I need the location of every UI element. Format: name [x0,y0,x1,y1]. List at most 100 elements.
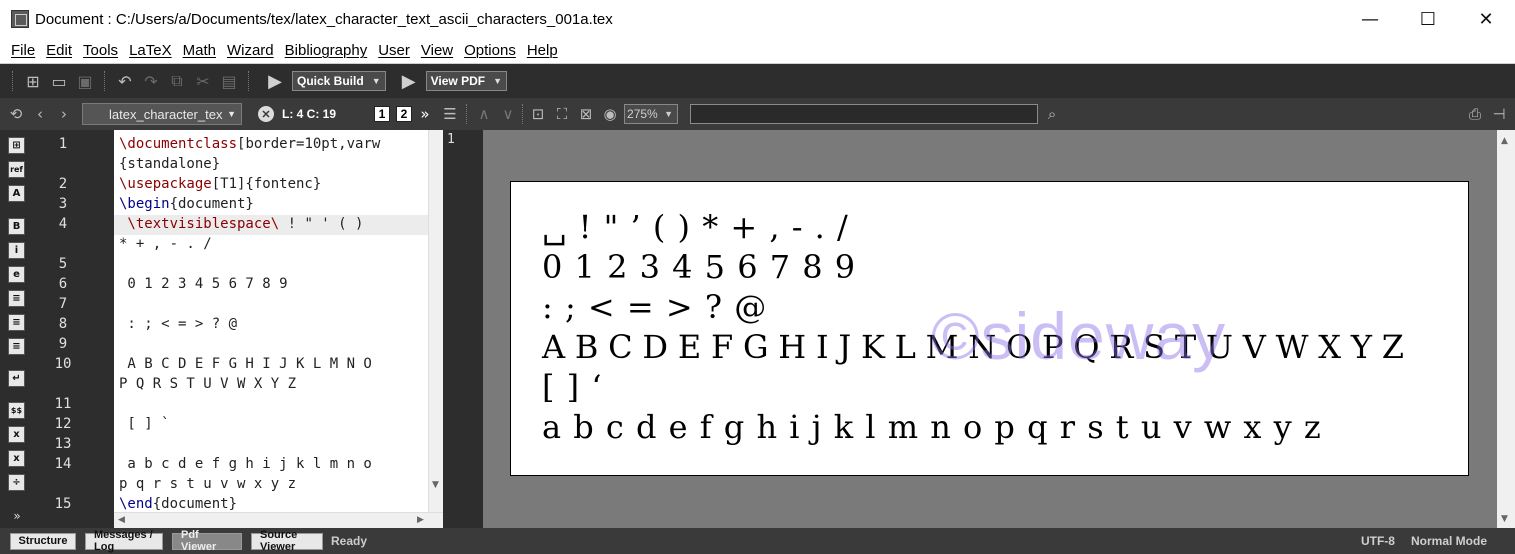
window-controls: — ☐ ✕ [1341,0,1515,38]
menu-math[interactable]: Math [179,42,223,59]
build-dropdown[interactable]: Quick Build ▼ [292,71,386,91]
line-number: 3 [58,196,68,212]
code-text: [border=10pt,varw [237,136,381,152]
code-line: \textvisiblespace\ ! " ' ( ) [119,216,363,232]
more-icon[interactable]: » [418,102,432,126]
ref-icon[interactable]: ref [8,161,25,178]
code-text: : ; < = > ? @ [119,316,238,332]
line-number-gutter: 1 2 3 4 5 6 7 8 9 10 11 12 13 14 15 [33,130,114,528]
undo-icon[interactable]: ↶ [112,68,138,94]
font-size-icon[interactable]: A [8,185,25,202]
save-icon[interactable]: ▣ [72,68,98,94]
pdf-text-line: 0 1 2 3 4 5 6 7 8 9 [542,248,857,286]
math-mode-icon[interactable]: $$ [8,402,25,419]
menu-bibliography[interactable]: Bibliography [281,42,375,59]
view-label: View PDF [430,74,486,88]
open-file-dropdown[interactable]: latex_character_tex ▼ [82,103,242,125]
scroll-right-icon[interactable]: ▶ [417,515,424,525]
search-icon[interactable]: ⌕ [1040,102,1064,126]
pdf-search-input[interactable] [690,104,1039,124]
tab-source-viewer[interactable]: Source Viewer [251,529,323,553]
code-line: p q r s t u v w x y z [119,476,296,492]
align-center-icon[interactable]: ≡ [8,314,25,331]
superscript-icon[interactable]: x [8,450,25,467]
tab-pdf-viewer[interactable]: Pdf Viewer [172,529,242,553]
close-file-icon[interactable]: ✕ [258,106,274,122]
line-number: 11 [54,396,72,412]
code-line: 0 1 2 3 4 5 6 7 8 9 [119,276,287,292]
fit-width-icon[interactable]: ⛶ [550,102,574,126]
align-left-icon[interactable]: ≡ [8,290,25,307]
editor-horizontal-scrollbar[interactable]: ◀ ▶ [114,512,443,528]
page-layout-1-button[interactable]: 1 [374,106,391,122]
menu-tools[interactable]: Tools [79,42,125,59]
new-file-icon[interactable]: ⊞ [20,68,46,94]
italic-icon[interactable]: i [8,242,25,259]
subscript-icon[interactable]: x [8,426,25,443]
menu-file[interactable]: File [0,42,42,59]
encoding-indicator[interactable]: UTF-8 [1361,534,1395,548]
pdf-page-gutter: 1 [443,130,483,528]
redo-icon[interactable]: ↷ [138,68,164,94]
menu-help[interactable]: Help [523,42,565,59]
zoom-selection-icon[interactable]: ⊠ [574,102,598,126]
newline-icon[interactable]: ↵ [8,370,25,387]
fit-page-icon[interactable]: ⊡ [526,102,550,126]
menu-edit[interactable]: Edit [42,42,79,59]
menu-wizard[interactable]: Wizard [223,42,281,59]
bold-icon[interactable]: B [8,218,25,235]
fraction-icon[interactable]: ÷ [8,474,25,491]
list-icon[interactable]: ☰ [438,102,462,126]
sync-icon[interactable]: ⟲ [4,102,28,126]
print-icon[interactable]: ⎙ [1463,102,1487,126]
scroll-down-icon[interactable]: ▼ [432,480,439,490]
mode-indicator[interactable]: Normal Mode [1411,534,1487,548]
code-line: : ; < = > ? @ [119,316,237,332]
menu-options[interactable]: Options [460,42,523,59]
menu-user[interactable]: User [374,42,417,59]
menu-view[interactable]: View [417,42,460,59]
menu-bar: File Edit Tools LaTeX Math Wizard Biblio… [0,38,1515,64]
cut-icon[interactable]: ✂ [190,68,216,94]
code-line: a b c d e f g h i j k l m n o [119,456,371,472]
navigation-bar: ⟲ ‹ › latex_character_tex ▼ ✕ L: 4 C: 19… [0,98,1515,130]
view-run-icon[interactable]: ▶ [396,68,422,94]
back-arrow-icon[interactable]: ‹ [28,102,52,126]
menu-latex[interactable]: LaTeX [125,42,179,59]
source-editor[interactable]: \documentclass[border=10pt,varw {standal… [114,130,428,512]
copy-icon[interactable]: ⧉ [164,68,190,94]
status-text: Ready [331,534,368,548]
minimize-button[interactable]: — [1341,0,1399,38]
build-run-icon[interactable]: ▶ [262,68,288,94]
editor-vertical-scrollbar[interactable]: ▼ [428,130,443,512]
tab-structure[interactable]: Structure [10,532,76,550]
forward-arrow-icon[interactable]: › [52,102,76,126]
scroll-left-icon[interactable]: ◀ [118,515,125,525]
pdf-vertical-scrollbar[interactable]: ▲ ▼ [1497,130,1515,528]
align-right-icon[interactable]: ≡ [8,338,25,355]
expand-down-icon[interactable]: » [5,504,29,528]
line-number: 9 [58,336,68,352]
window-title: Document : C:/Users/a/Documents/tex/late… [35,10,613,28]
scroll-up-icon[interactable]: ▲ [1501,136,1508,146]
close-button[interactable]: ✕ [1457,0,1515,38]
eye-icon[interactable]: ◉ [598,102,622,126]
main-toolbar: ⊞ ▭ ▣ ↶ ↷ ⧉ ✂ ▤ ▶ Quick Build ▼ ▶ View P… [0,64,1515,98]
maximize-button[interactable]: ☐ [1399,0,1457,38]
structure-icon[interactable]: ⊞ [8,137,25,154]
pdf-viewer[interactable]: ␣ ! " ’ ( ) * + , - . / 0 1 2 3 4 5 6 7 … [483,130,1497,528]
detach-icon[interactable]: ⊣ [1487,102,1511,126]
view-pdf-dropdown[interactable]: View PDF ▼ [425,71,507,91]
scroll-down-icon[interactable]: ▼ [1501,514,1508,524]
code-text: * + , - . / [119,236,212,252]
paste-icon[interactable]: ▤ [216,68,242,94]
open-folder-icon[interactable]: ▭ [46,68,72,94]
tab-messages-log[interactable]: Messages / Log [85,529,163,553]
page-layout-2-button[interactable]: 2 [396,106,413,122]
zoom-dropdown[interactable]: 275% ▼ [624,104,679,124]
next-page-icon[interactable]: ∨ [496,102,520,126]
code-text: {document} [169,196,254,212]
status-bar: Structure Messages / Log Pdf Viewer Sour… [0,528,1515,554]
emphasis-icon[interactable]: e [8,266,25,283]
previous-page-icon[interactable]: ∧ [472,102,496,126]
